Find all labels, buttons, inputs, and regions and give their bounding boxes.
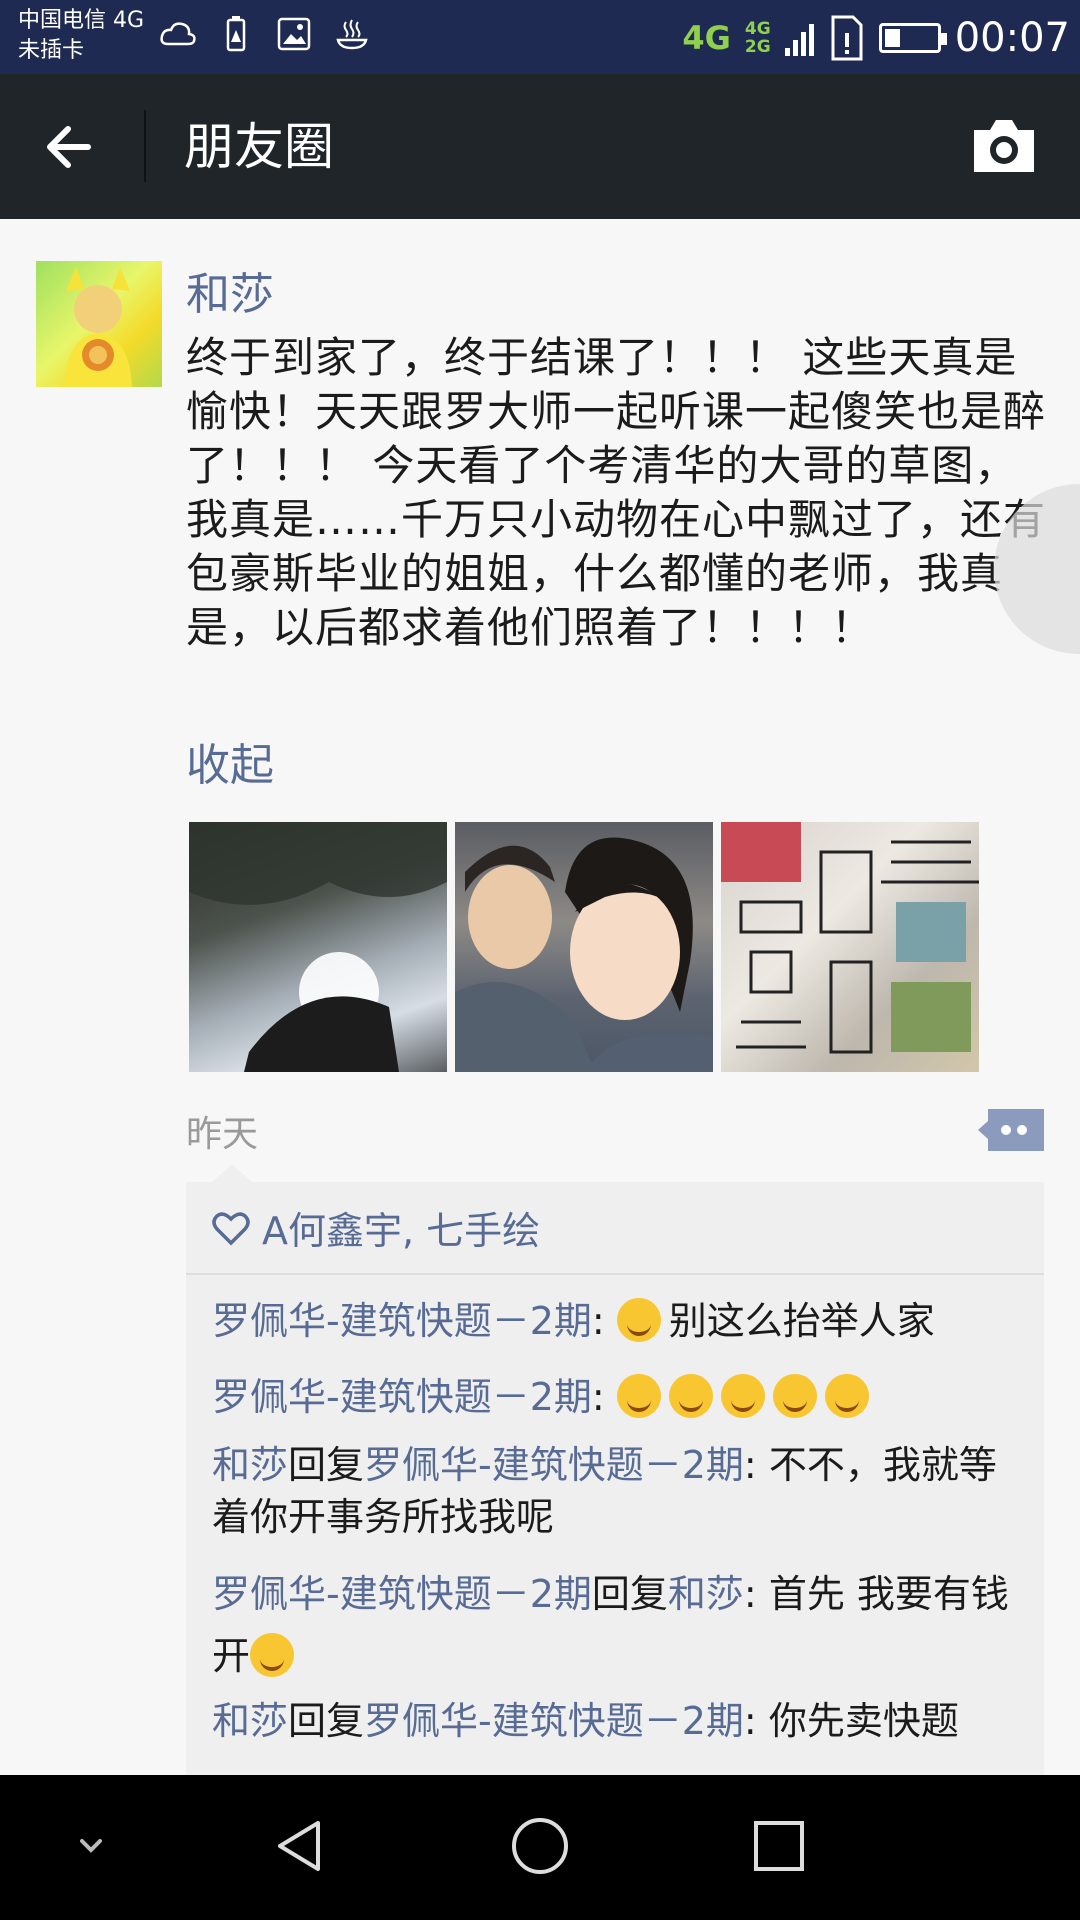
- comment-author[interactable]: 罗佩华-建筑快题－2期: [212, 1299, 592, 1343]
- comments-panel: A何鑫宇, 七手绘 罗佩华-建筑快题－2期: 别这么抬举人家 罗佩华-建筑快题－…: [186, 1164, 1044, 1775]
- comment-item[interactable]: 罗佩华-建筑快题－2期: 别这么抬举人家: [186, 1295, 1044, 1347]
- reply-target[interactable]: 罗佩华-建筑快题－2期: [364, 1443, 744, 1487]
- selfie-photo: [455, 837, 713, 1072]
- sketch-photo: [721, 822, 979, 1054]
- battery-warning-icon: [226, 16, 246, 52]
- sim-card-icon: [831, 15, 863, 61]
- reply-word: 回复: [288, 1699, 365, 1743]
- avatar-image: [64, 267, 132, 387]
- blush-face-icon: [616, 1374, 661, 1418]
- reply-target[interactable]: 罗佩华-建筑快题－2期: [364, 1699, 744, 1743]
- status-bar: 中国电信 4G 未插卡 4G 4G 2G 00:07: [0, 0, 1080, 74]
- network-type: 4G: [682, 19, 731, 57]
- comment-text: 别这么抬举人家: [668, 1299, 935, 1343]
- carrier-name: 中国电信 4G: [18, 8, 145, 33]
- comment-item[interactable]: 罗佩华-建筑快题－2期:: [186, 1371, 1044, 1423]
- sim-status: 未插卡: [18, 38, 85, 63]
- post-text: 终于到家了，终于结课了！！！ 这些天真是愉快！天天跟罗大师一起听课一起傻笑也是醉…: [186, 333, 1047, 652]
- battery-icon: [878, 23, 947, 53]
- reply-target[interactable]: 和莎: [668, 1572, 744, 1616]
- reply-word: 回复: [288, 1443, 365, 1487]
- post-photo-3[interactable]: [721, 822, 979, 1072]
- title-bar: 朋友圈: [0, 74, 1080, 219]
- likes-row: A何鑫宇, 七手绘: [186, 1182, 1044, 1275]
- camera-button[interactable]: [970, 116, 1038, 176]
- comment-author[interactable]: 和莎: [212, 1443, 288, 1487]
- comment-item[interactable]: 罗佩华-建筑快题－2期回复和莎: 首先 我要有钱开: [186, 1563, 1044, 1687]
- comment-item[interactable]: 和莎回复罗佩华-建筑快题－2期: 不不，我就等着你开事务所找我呢: [186, 1439, 1044, 1543]
- comment-item[interactable]: 和莎回复罗佩华-建筑快题－2期: 你先卖快题: [186, 1695, 1044, 1747]
- comment-separator: :: [743, 1572, 769, 1616]
- reply-word: 回复: [591, 1572, 668, 1616]
- comment-separator: :: [591, 1299, 617, 1343]
- page-title: 朋友圈: [184, 118, 334, 176]
- post-time: 昨天: [186, 1114, 259, 1155]
- post-username[interactable]: 和莎: [186, 265, 274, 325]
- dual-network: 4G 2G: [745, 20, 771, 56]
- back-button[interactable]: [36, 112, 106, 182]
- home-circle-icon[interactable]: [505, 1811, 575, 1881]
- comment-separator: :: [743, 1443, 769, 1487]
- image-icon: [277, 17, 311, 51]
- comment-separator: :: [591, 1375, 617, 1419]
- steam-food-icon: [336, 19, 368, 50]
- network-small-bottom: 2G: [744, 37, 771, 57]
- moment-post: 和莎 终于到家了，终于结课了！！！ 这些天真是愉快！天天跟罗大师一起听课一起傻笑…: [0, 219, 1080, 1775]
- chevron-down-icon[interactable]: [56, 1811, 126, 1881]
- grin-face-icon: [824, 1374, 869, 1418]
- tears-of-joy-icon: [616, 1298, 661, 1342]
- status-right: 4G 4G 2G 00:07: [682, 8, 1070, 68]
- comment-text: 你先卖快题: [768, 1699, 959, 1743]
- navigation-bar: [0, 1775, 1080, 1920]
- avatar[interactable]: [36, 261, 162, 387]
- carrier-info: 中国电信 4G 未插卡: [18, 6, 144, 66]
- comment-author[interactable]: 和莎: [212, 1699, 288, 1743]
- clock: 00:07: [954, 15, 1070, 61]
- cloud-icon: [160, 22, 196, 46]
- recents-square-icon[interactable]: [744, 1811, 814, 1881]
- more-actions-button[interactable]: [978, 1109, 1044, 1151]
- grin-face-icon: [772, 1374, 817, 1418]
- collapse-link[interactable]: 收起: [186, 729, 274, 793]
- sky-photo: [189, 822, 447, 1072]
- signal-icon: [784, 24, 814, 56]
- notification-icons: [158, 14, 372, 54]
- heart-icon: [212, 1211, 250, 1245]
- comment-author[interactable]: 罗佩华-建筑快题－2期: [212, 1572, 592, 1616]
- blush-face-icon: [720, 1374, 765, 1418]
- back-triangle-icon[interactable]: [266, 1811, 336, 1881]
- comment-author[interactable]: 罗佩华-建筑快题－2期: [212, 1375, 592, 1419]
- post-photo-1[interactable]: [189, 822, 447, 1072]
- comment-separator: :: [743, 1699, 769, 1743]
- title-divider: [144, 110, 146, 182]
- network-small-top: 4G: [744, 19, 771, 39]
- post-photo-2[interactable]: [455, 822, 713, 1072]
- likes-names[interactable]: A何鑫宇, 七手绘: [262, 1200, 540, 1255]
- blush-face-icon: [668, 1374, 713, 1418]
- tears-of-joy-icon: [250, 1633, 295, 1677]
